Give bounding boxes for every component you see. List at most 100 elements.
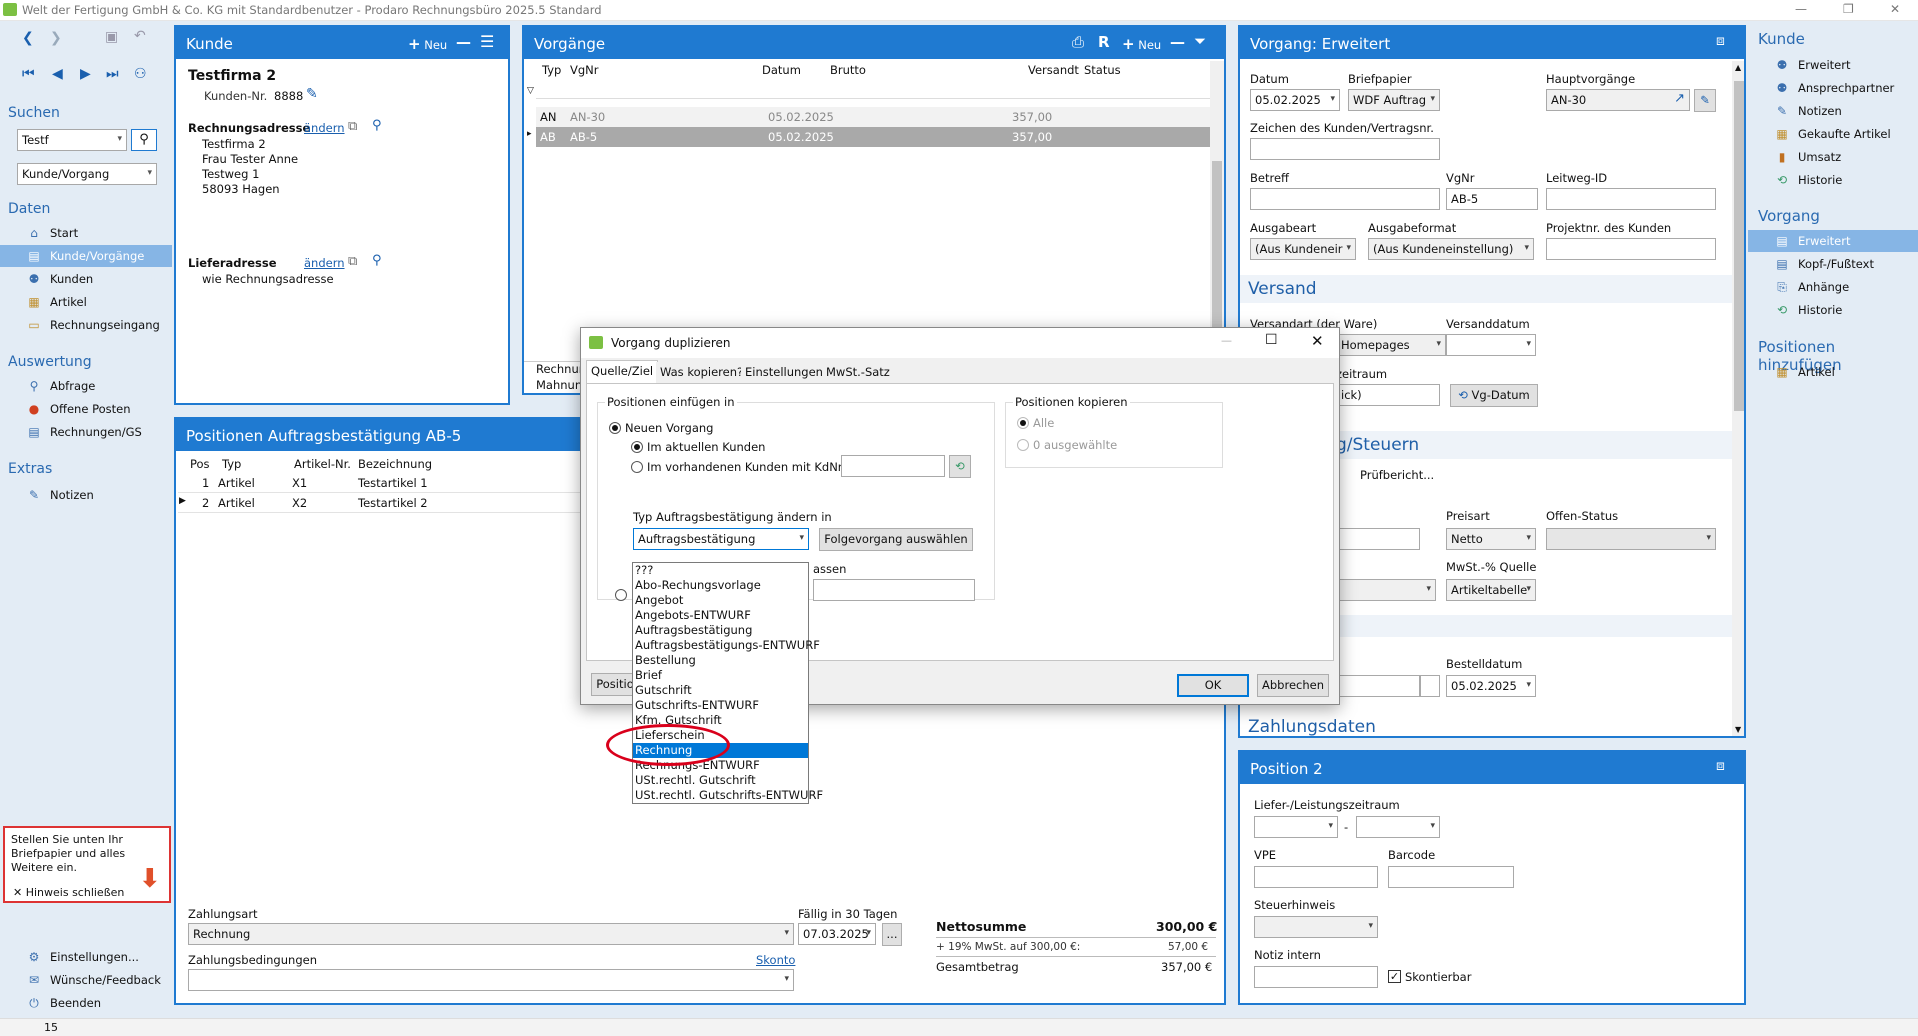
datum-input[interactable]: 05.02.2025 ▾	[1250, 89, 1340, 111]
ausgabeformat-select[interactable]: (Aus Kundeneinstellung) ▾	[1368, 238, 1534, 260]
col-bezeichnung[interactable]: Bezeichnung	[358, 457, 432, 471]
nav-start[interactable]: ⌂ Start	[26, 222, 172, 244]
hint-close-button[interactable]: ✕ Hinweis schließen	[13, 886, 124, 899]
faellig-date-input[interactable]: 07.03.2025 ▾	[798, 923, 876, 945]
bestelldatum-input[interactable]: 05.02.2025 ▾	[1446, 675, 1536, 697]
filter-row-icon[interactable]: ▽	[527, 86, 534, 96]
notiz-input[interactable]	[1254, 966, 1378, 988]
ok-button[interactable]: OK	[1177, 674, 1249, 697]
vertical-scrollbar[interactable]	[1210, 61, 1224, 361]
tab-was-kopieren[interactable]: Was kopieren?	[656, 362, 748, 384]
col-artikelnr[interactable]: Artikel-Nr.	[294, 457, 351, 471]
im-aktuellen-radio[interactable]: Im aktuellen Kunden	[631, 440, 765, 454]
first-record-icon[interactable]: ⏮	[22, 66, 35, 82]
rnav-ansprechpartner[interactable]: ⚉ Ansprechpartner	[1748, 77, 1918, 99]
skontierbar-checkbox[interactable]: ✓	[1388, 970, 1401, 983]
col-datum[interactable]: Datum	[762, 63, 801, 77]
location-pin-icon[interactable]: ⚲	[372, 118, 382, 133]
last-record-icon[interactable]: ⏭	[106, 66, 119, 82]
leitweg-input[interactable]	[1546, 188, 1716, 210]
ausgabeart-select[interactable]: (Aus Kundeneir ▾	[1250, 238, 1356, 260]
alle-radio[interactable]: Alle	[1017, 416, 1054, 430]
minimize-button[interactable]: —	[1795, 2, 1807, 16]
rnav-kunde-erweitert[interactable]: ⚉ Erweitert	[1748, 54, 1918, 76]
barcode-input[interactable]	[1388, 866, 1514, 888]
nav-artikel[interactable]: ▦ Artikel	[26, 291, 172, 313]
nav-rechnungen-gs[interactable]: ▤ Rechnungen/GS	[26, 421, 172, 443]
steuerhinweis-select[interactable]: ▾	[1254, 916, 1378, 938]
cut-input[interactable]	[1336, 528, 1420, 550]
preisart-select[interactable]: Netto ▾	[1446, 528, 1536, 550]
nav-beenden[interactable]: ⏻ Beenden	[26, 992, 172, 1014]
rnav-vorgang-historie[interactable]: ⟲ Historie	[1748, 299, 1918, 321]
restore-button[interactable]: ❐	[1843, 2, 1854, 16]
vorgang-new-button[interactable]: + Neu	[1122, 35, 1161, 53]
table-row[interactable]: AB AB-5 05.02.2025 357,00	[536, 127, 1212, 147]
col-typ[interactable]: Typ	[222, 457, 241, 471]
folgevorgang-button[interactable]: Folgevorgang auswählen	[819, 528, 973, 551]
zahlungsbed-select[interactable]: ▾	[188, 969, 794, 991]
dropdown-option[interactable]: Angebots-ENTWURF	[633, 608, 808, 623]
rnav-artikel[interactable]: ▦ Artikel	[1748, 361, 1918, 383]
vpe-input[interactable]	[1254, 866, 1378, 888]
location-pin-icon[interactable]: ⚲	[372, 253, 382, 268]
dropdown-option[interactable]: Angebot	[633, 593, 808, 608]
rnav-kunde-historie[interactable]: ⟲ Historie	[1748, 169, 1918, 191]
vgnr-input[interactable]: AB-5	[1446, 188, 1538, 210]
rnav-vorgang-erweitert[interactable]: ▤ Erweitert	[1748, 230, 1918, 252]
kunde-menu-icon[interactable]: ☰	[480, 32, 494, 51]
projektnr-input[interactable]	[1546, 238, 1716, 260]
dropdown-option[interactable]: ???	[633, 563, 808, 578]
liefer-von-input[interactable]: ▾	[1254, 816, 1338, 838]
vorgang-remove-icon[interactable]: —	[1170, 33, 1185, 51]
dropdown-option[interactable]: Bestellung	[633, 653, 808, 668]
tab-quelle-ziel[interactable]: Quelle/Ziel	[586, 360, 659, 384]
im-vorhandenen-radio[interactable]: Im vorhandenen Kunden mit KdNr	[631, 460, 843, 474]
save-icon[interactable]: ▣	[105, 29, 118, 45]
typ-select[interactable]: Auftragsbestätigung ▾	[633, 528, 809, 550]
filter-icon[interactable]: ⏷	[1194, 32, 1206, 50]
versandart-select[interactable]: Homepages ▾	[1336, 334, 1446, 356]
mwst-quelle-select[interactable]: Artikeltabelle ▾	[1446, 579, 1536, 601]
versanddatum-input[interactable]: ▾	[1446, 334, 1536, 356]
cut-input[interactable]	[1420, 675, 1440, 697]
hidden-radio[interactable]	[615, 588, 631, 602]
nav-rechnungseingang[interactable]: ▭ Rechnungseingang	[26, 314, 172, 336]
next-record-icon[interactable]: ▶	[80, 66, 91, 82]
users-icon[interactable]: ⚇	[134, 66, 147, 82]
nav-kunden[interactable]: ⚉ Kunden	[26, 268, 172, 290]
nav-notizen[interactable]: ✎ Notizen	[26, 484, 172, 506]
col-vgnr[interactable]: VgNr	[570, 63, 599, 77]
col-typ[interactable]: Typ	[542, 63, 561, 77]
nav-offene-posten[interactable]: ● Offene Posten	[26, 398, 172, 420]
dropdown-option[interactable]: Gutschrifts-ENTWURF	[633, 698, 808, 713]
offen-status-select[interactable]: ▾	[1546, 528, 1716, 550]
back-arrow-icon[interactable]: ❮	[22, 30, 34, 46]
dropdown-option[interactable]: USt.rechtl. Gutschrift	[633, 773, 808, 788]
previous-record-icon[interactable]: ◀	[52, 66, 63, 82]
dialog-close-button[interactable]: ✕	[1311, 332, 1324, 350]
close-button[interactable]: ✕	[1890, 2, 1900, 16]
rnav-umsatz[interactable]: ▮ Umsatz	[1748, 146, 1918, 168]
dropdown-option[interactable]: Gutschrift	[633, 683, 808, 698]
col-pos[interactable]: Pos	[190, 457, 210, 471]
typ-dropdown-list[interactable]: ??? Abo-Rechungsvorlage Angebot Angebots-EN…	[632, 562, 823, 804]
kdnr-refresh-button[interactable]: ⟲	[949, 455, 971, 478]
zeichen-input[interactable]	[1250, 138, 1440, 160]
copy-icon[interactable]: ⧉	[348, 254, 357, 269]
open-link-icon[interactable]: ↗	[1674, 91, 1685, 106]
cut-select[interactable]: ▾	[1336, 579, 1436, 601]
cut-input[interactable]	[1336, 675, 1420, 697]
undo-icon[interactable]: ↶	[134, 28, 146, 44]
kunde-remove-icon[interactable]: —	[456, 33, 471, 51]
search-input[interactable]: Testf ▾	[17, 129, 127, 151]
zeitraum-input[interactable]: ick)	[1336, 384, 1440, 406]
table-row[interactable]: AN AN-30 05.02.2025 357,00	[536, 107, 1212, 127]
r-button[interactable]: R	[1098, 33, 1110, 51]
ausgewaehlte-radio[interactable]: 0 ausgewählte	[1017, 438, 1117, 452]
collapse-panel-icon[interactable]: ⧈	[1716, 758, 1725, 774]
hauptvorgaenge-input[interactable]: AN-30 ↗	[1546, 89, 1690, 111]
cancel-button[interactable]: Abbrechen	[1257, 674, 1329, 697]
vertical-scrollbar[interactable]: ▲ ▼	[1732, 61, 1744, 736]
dropdown-option[interactable]: USt.rechtl. Gutschrifts-ENTWURF	[633, 788, 823, 803]
